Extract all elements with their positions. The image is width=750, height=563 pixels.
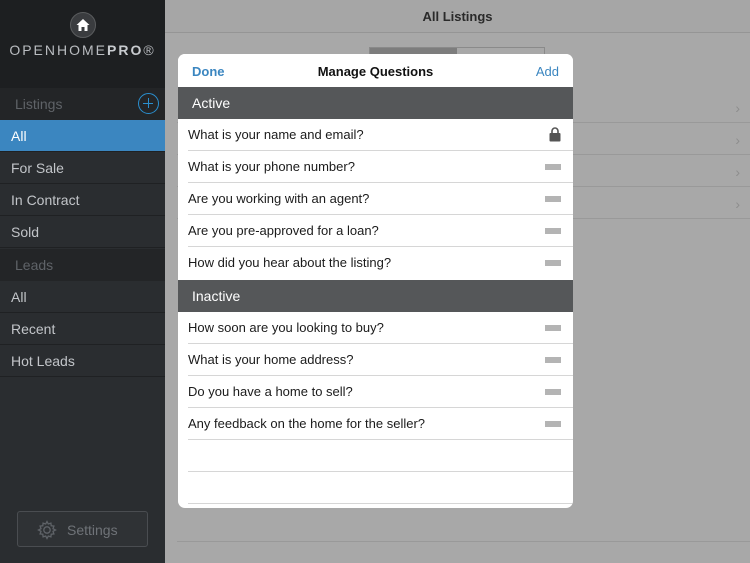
app-logo: OPENHOMEPRO® <box>0 0 165 88</box>
sidebar-item-for-sale[interactable]: For Sale <box>0 152 165 184</box>
listing-row <box>177 510 750 542</box>
lock-icon <box>549 127 561 142</box>
question-row[interactable]: How soon are you looking to buy? <box>188 312 573 344</box>
logo-text: OPENHOMEPRO® <box>9 42 156 58</box>
settings-label: Settings <box>67 522 118 538</box>
add-listing-plus-icon[interactable] <box>138 93 159 114</box>
question-row[interactable]: Are you pre-approved for a loan? <box>188 215 573 247</box>
main-header: All Listings <box>165 0 750 33</box>
drag-handle-icon[interactable] <box>545 163 561 170</box>
chevron-right-icon: › <box>735 196 740 212</box>
question-row[interactable]: How did you hear about the listing? <box>188 247 573 279</box>
drag-handle-icon[interactable] <box>545 195 561 202</box>
drag-handle-icon[interactable] <box>545 227 561 234</box>
sidebar-item-hot-leads[interactable]: Hot Leads <box>0 345 165 377</box>
drag-handle-icon[interactable] <box>545 356 561 363</box>
settings-button[interactable]: Settings <box>17 511 148 547</box>
modal-navbar: Done Manage Questions Add <box>178 54 573 87</box>
drag-handle-icon[interactable] <box>545 259 561 266</box>
question-row[interactable]: Do you have a home to sell? <box>188 376 573 408</box>
question-row[interactable]: Are you working with an agent? <box>188 183 573 215</box>
add-button[interactable]: Add <box>536 64 559 79</box>
sidebar-item-leads-all[interactable]: All <box>0 281 165 313</box>
question-row[interactable]: What is your name and email? <box>188 119 573 151</box>
listings-header-label: Listings <box>15 96 63 112</box>
modal-title: Manage Questions <box>317 64 434 79</box>
question-row[interactable]: What is your home address? <box>188 344 573 376</box>
manage-questions-modal: Done Manage Questions Add Active What is… <box>178 54 573 508</box>
sidebar-item-recent[interactable]: Recent <box>0 313 165 345</box>
gear-icon <box>37 520 57 540</box>
chevron-right-icon: › <box>735 164 740 180</box>
question-row[interactable]: What is your phone number? <box>188 151 573 183</box>
house-icon <box>70 12 96 38</box>
question-row[interactable]: Any feedback on the home for the seller? <box>188 408 573 440</box>
chevron-right-icon: › <box>735 132 740 148</box>
leads-section-header: Leads <box>0 249 165 281</box>
inactive-section-header: Inactive <box>178 280 573 312</box>
drag-handle-icon[interactable] <box>545 388 561 395</box>
chevron-right-icon: › <box>735 100 740 116</box>
sidebar-item-in-contract[interactable]: In Contract <box>0 184 165 216</box>
empty-row <box>188 440 573 472</box>
sidebar-item-sold[interactable]: Sold <box>0 216 165 248</box>
listings-section-header: Listings <box>0 88 165 120</box>
sidebar: OPENHOMEPRO® Listings All For Sale In Co… <box>0 0 165 563</box>
drag-handle-icon[interactable] <box>545 324 561 331</box>
page-title: All Listings <box>422 9 493 24</box>
active-section-header: Active <box>178 87 573 119</box>
empty-row <box>188 472 573 504</box>
drag-handle-icon[interactable] <box>545 420 561 427</box>
leads-header-label: Leads <box>15 257 54 273</box>
sidebar-item-listings-all[interactable]: All <box>0 120 165 152</box>
